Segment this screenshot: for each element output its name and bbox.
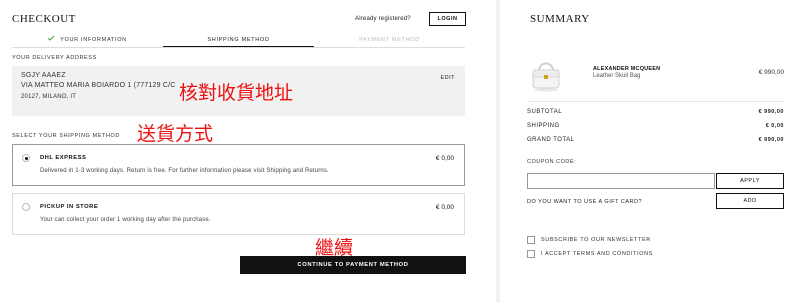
handbag-icon xyxy=(532,62,560,92)
apply-coupon-button[interactable]: APPLY xyxy=(716,173,784,189)
step-label: PAYMENT METHOD xyxy=(359,37,420,43)
grand-total-value: € 990,00 xyxy=(758,137,784,143)
radio-dhl-express[interactable] xyxy=(22,154,30,162)
annotation-continue: 繼續 xyxy=(315,237,354,259)
shipping-method-label: SELECT YOUR SHIPPING METHOD xyxy=(12,133,120,139)
coupon-code-label: COUPON CODE: xyxy=(527,159,577,165)
subtotal-label: SUBTOTAL xyxy=(527,109,563,115)
step-label: YOUR INFORMATION xyxy=(60,37,127,43)
steps-divider xyxy=(12,47,465,48)
subtotal-value: € 990,00 xyxy=(758,109,784,115)
add-gift-card-button[interactable]: ADD xyxy=(716,193,784,209)
gift-card-label: DO YOU WANT TO USE A GIFT CARD? xyxy=(527,199,643,205)
option-price: € 0,00 xyxy=(435,155,454,162)
terms-checkbox[interactable] xyxy=(527,250,535,258)
option-name: DHL EXPRESS xyxy=(40,155,87,161)
annotation-verify-address: 核對收貨地址 xyxy=(179,82,294,104)
grand-total-row: GRAND TOTAL € 990,00 xyxy=(527,137,784,147)
product-brand: ALEXANDER MCQUEEN xyxy=(593,66,661,72)
summary-panel: SUMMARY ALEXANDER MCQUEEN Leather Skull … xyxy=(500,0,800,303)
address-street: VIA MATTEO MARIA BOIARDO 1 (777129 C/C xyxy=(21,82,176,89)
grand-total-label: GRAND TOTAL xyxy=(527,137,575,143)
checkout-panel: CHECKOUT Already registered? LOGIN YOUR … xyxy=(0,0,496,303)
login-button[interactable]: LOGIN xyxy=(429,12,466,26)
summary-title: SUMMARY xyxy=(530,13,590,25)
subtotal-row: SUBTOTAL € 990,00 xyxy=(527,109,784,119)
shipping-option-dhl-express[interactable]: DHL EXPRESS Delivered in 1-3 working day… xyxy=(12,144,465,186)
product-price: € 990,00 xyxy=(758,69,784,76)
shipping-option-pickup-in-store[interactable]: PICKUP IN STORE Your can collect your or… xyxy=(12,193,465,235)
summary-divider xyxy=(527,101,784,102)
radio-pickup-in-store[interactable] xyxy=(22,203,30,211)
product-name: Leather Skull Bag xyxy=(593,73,641,79)
option-name: PICKUP IN STORE xyxy=(40,204,99,210)
address-city: 20127, MILANO, IT xyxy=(21,94,77,100)
newsletter-checkbox[interactable] xyxy=(527,236,535,244)
shipping-label: SHIPPING xyxy=(527,123,560,129)
option-description: Your can collect your order 1 working da… xyxy=(40,217,211,223)
step-label: SHIPPING METHOD xyxy=(207,37,270,43)
coupon-code-input[interactable] xyxy=(527,173,715,189)
edit-address-link[interactable]: EDIT xyxy=(440,75,455,81)
checkout-title: CHECKOUT xyxy=(12,13,76,25)
shipping-value: € 0,00 xyxy=(765,123,784,129)
newsletter-label: SUBSCRIBE TO OUR NEWSLETTER xyxy=(541,237,651,243)
option-price: € 0,00 xyxy=(435,204,454,211)
terms-label: I ACCEPT TERMS AND CONDITIONS xyxy=(541,251,653,257)
option-description: Delivered in 1-3 working days. Return is… xyxy=(40,168,329,174)
already-registered-text: Already registered? xyxy=(355,16,411,22)
shipping-row: SHIPPING € 0,00 xyxy=(527,123,784,133)
address-name: SGJY AAAEZ xyxy=(21,72,66,79)
delivery-address-label: YOUR DELIVERY ADDRESS xyxy=(12,55,97,61)
annotation-shipping-method: 送貨方式 xyxy=(137,123,214,145)
check-icon xyxy=(47,34,55,41)
